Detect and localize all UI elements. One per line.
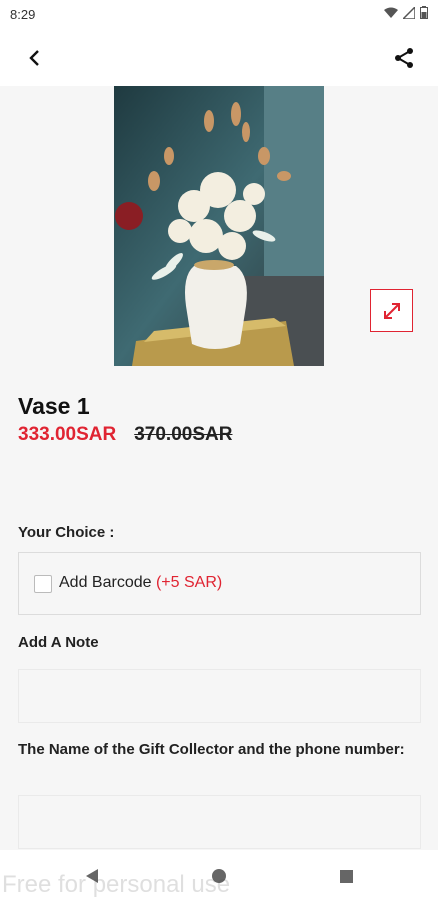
barcode-label-text: Add Barcode (59, 574, 152, 591)
status-bar: 8:29 (0, 0, 438, 30)
watermark-text: Free for personal use (2, 871, 231, 898)
nav-recents-icon (339, 869, 353, 883)
barcode-checkbox[interactable] (34, 575, 52, 593)
wifi-icon (384, 7, 398, 18)
expand-icon (383, 302, 400, 319)
back-button[interactable] (20, 44, 48, 72)
nav-recents-button[interactable] (336, 866, 356, 886)
status-time: 8:29 (10, 7, 36, 22)
back-arrow-icon (29, 50, 39, 66)
signal-icon (403, 6, 415, 19)
vase-photo (114, 86, 324, 366)
battery-icon (420, 6, 428, 19)
status-icons (384, 6, 428, 19)
choice-section-label: Your Choice : (18, 524, 115, 541)
collector-input[interactable] (18, 795, 421, 849)
barcode-label: Add Barcode (+5 SAR) (59, 574, 222, 592)
note-input[interactable] (18, 669, 421, 723)
product-title: Vase 1 (18, 393, 90, 419)
barcode-price-extra: (+5 SAR) (155, 574, 223, 591)
price-row: 333.00SAR 370.00SAR (18, 424, 232, 446)
share-icon (395, 48, 413, 68)
share-button[interactable] (390, 44, 418, 72)
app-bar (0, 30, 438, 86)
collector-label: The Name of the Gift Collector and the p… (18, 741, 405, 758)
product-image[interactable] (114, 86, 324, 366)
current-price: 333.00SAR (18, 424, 117, 445)
expand-image-button[interactable] (370, 289, 413, 332)
barcode-option[interactable]: Add Barcode (+5 SAR) (18, 552, 421, 615)
old-price: 370.00SAR (134, 424, 233, 445)
note-label: Add A Note (18, 634, 99, 651)
